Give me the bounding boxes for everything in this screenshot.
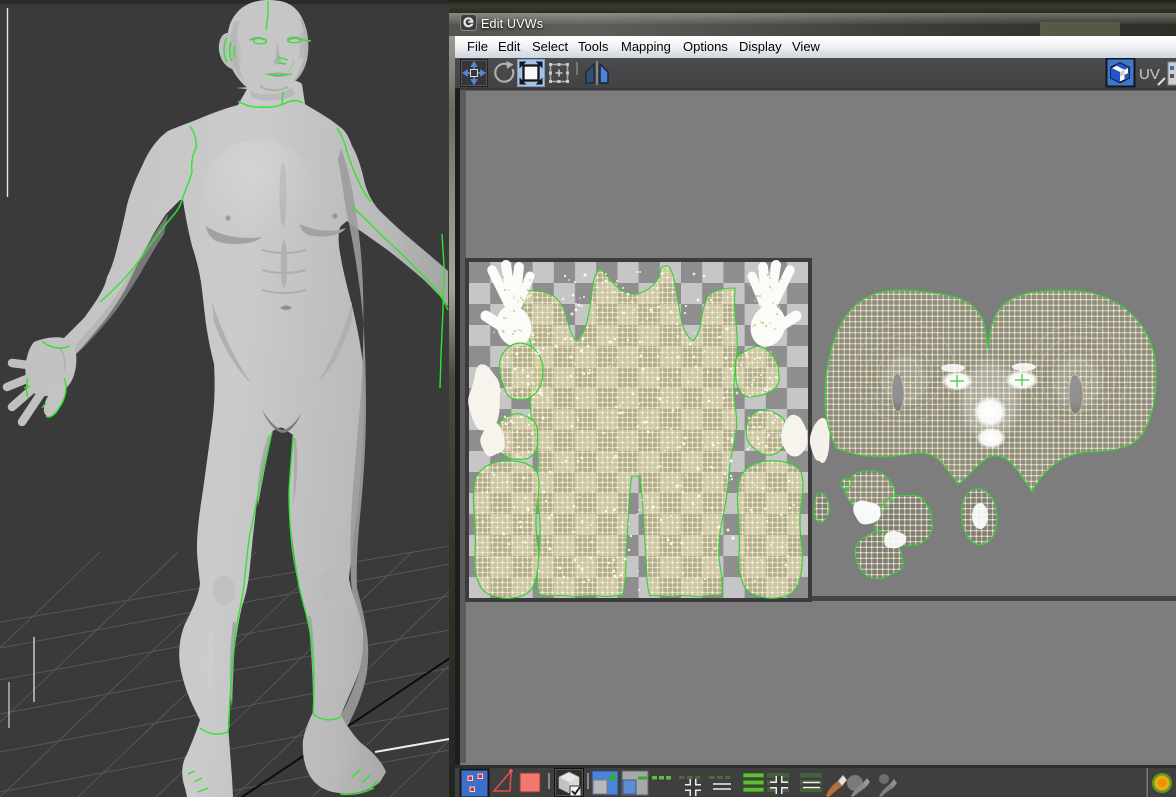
svg-text:UV: UV (1139, 66, 1160, 83)
